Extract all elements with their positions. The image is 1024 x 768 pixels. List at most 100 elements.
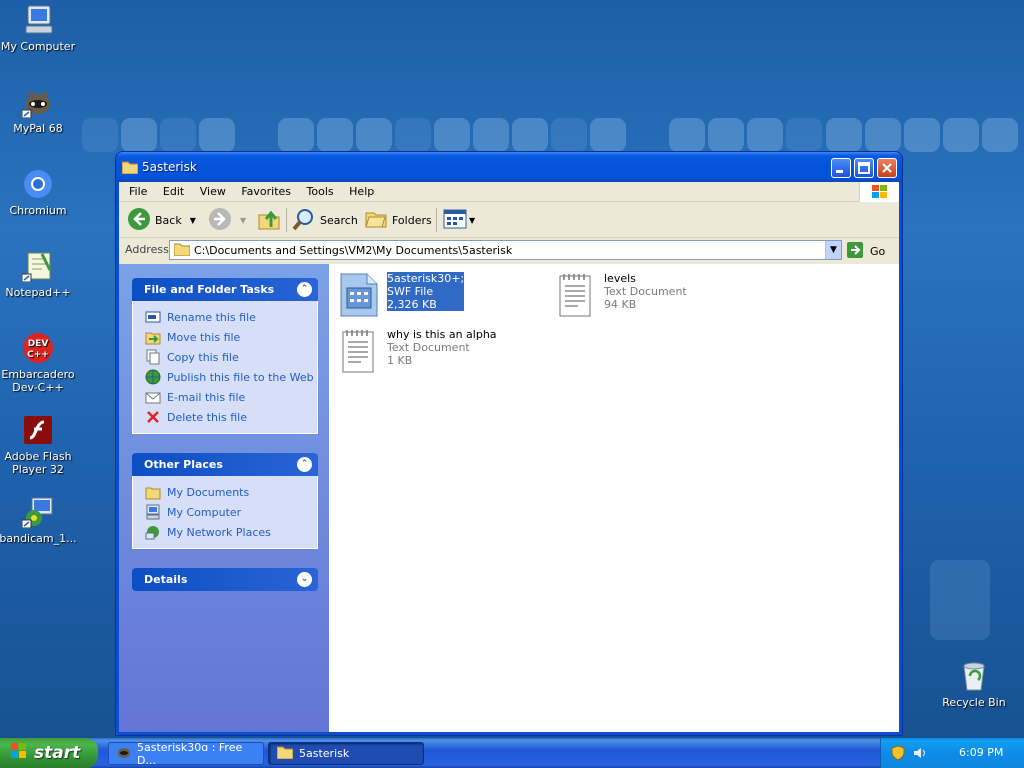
address-label: Address <box>125 243 169 256</box>
title-bar[interactable]: 5asterisk <box>116 152 902 182</box>
desktop-icon-flash-player[interactable]: Adobe Flash Player 32 <box>0 414 78 476</box>
go-label: Go <box>870 245 886 258</box>
back-arrow-icon <box>127 207 151 234</box>
place-my-computer[interactable]: My Computer <box>145 502 317 522</box>
desktop-icon-dev-cpp[interactable]: DEV C++ Embarcadero Dev-C++ <box>0 332 78 394</box>
back-button[interactable]: Back ▼ <box>127 207 196 234</box>
taskbar-item-flash[interactable]: 5asterisk30ɑ : Free D... <box>108 741 264 767</box>
network-icon <box>145 524 161 540</box>
start-label: start <box>34 743 81 763</box>
desktop-icon-notepad-plus-plus[interactable]: Notepad++ <box>0 250 78 299</box>
task-rename-file[interactable]: Rename this file <box>145 307 317 327</box>
minimize-button[interactable] <box>831 158 851 178</box>
svg-text:DEV: DEV <box>28 339 49 349</box>
folder-icon <box>145 484 161 500</box>
address-input[interactable]: C:\Documents and Settings\VM2\My Documen… <box>169 240 842 260</box>
computer-icon <box>22 4 54 36</box>
recycle-bin-icon <box>958 660 990 692</box>
collapse-chevron-icon[interactable]: ⌃ <box>297 282 312 297</box>
close-button[interactable] <box>877 158 897 178</box>
other-places-header[interactable]: Other Places ⌃ <box>132 453 318 476</box>
address-dropdown-button[interactable]: ▼ <box>825 241 841 259</box>
text-file-icon <box>556 272 596 318</box>
desktop-icon-my-computer[interactable]: My Computer <box>0 4 78 53</box>
place-my-documents[interactable]: My Documents <box>145 482 317 502</box>
flash-player-icon <box>22 414 54 446</box>
back-label: Back <box>155 213 182 227</box>
folder-icon <box>121 160 139 177</box>
chromium-icon <box>22 168 54 200</box>
desktop-icon-recycle-bin[interactable]: Recycle Bin <box>934 660 1014 709</box>
desktop-icon-bandicam[interactable]: bandicam_1... <box>0 496 78 545</box>
computer-icon <box>145 504 161 520</box>
menu-view[interactable]: View <box>194 182 232 202</box>
chevron-down-icon[interactable]: ▼ <box>190 216 196 225</box>
security-shield-icon[interactable] <box>891 745 905 764</box>
system-tray: 6:09 PM <box>880 738 1024 768</box>
rename-icon <box>145 309 161 325</box>
menu-file[interactable]: File <box>123 182 153 202</box>
file-folder-tasks-header[interactable]: File and Folder Tasks ⌃ <box>132 278 318 301</box>
go-button[interactable]: Go <box>846 241 885 262</box>
desktop-icon-chromium[interactable]: Chromium <box>0 168 78 217</box>
folder-icon <box>173 242 191 259</box>
chevron-down-icon[interactable]: ▼ <box>469 216 475 225</box>
details-header[interactable]: Details ⌄ <box>132 568 318 591</box>
up-folder-icon <box>257 207 281 234</box>
task-publish-web[interactable]: Publish this file to the Web <box>145 367 317 387</box>
address-value: C:\Documents and Settings\VM2\My Documen… <box>194 243 513 257</box>
collapse-chevron-icon[interactable]: ⌃ <box>297 457 312 472</box>
globe-icon <box>145 369 161 385</box>
place-my-network[interactable]: My Network Places <box>145 522 317 542</box>
move-icon <box>145 329 161 345</box>
delete-icon <box>145 409 161 425</box>
task-move-file[interactable]: Move this file <box>145 327 317 347</box>
file-item-swf[interactable]: 5asterisk30+; SWF File 2,326 KB <box>339 272 465 318</box>
views-icon <box>443 207 467 234</box>
up-folder-button[interactable] <box>257 208 281 232</box>
notepad-plus-plus-icon <box>21 250 54 283</box>
menu-help[interactable]: Help <box>343 182 380 202</box>
views-button[interactable]: ▼ <box>443 208 475 232</box>
taskbar-item-explorer[interactable]: 5asterisk <box>268 742 424 765</box>
other-places-group: Other Places ⌃ My Documents My Computer <box>132 453 318 549</box>
installer-icon <box>21 496 54 529</box>
file-folder-tasks-group: File and Folder Tasks ⌃ Rename this file… <box>132 278 318 434</box>
explorer-window: 5asterisk File Edit View Favorites Tools… <box>115 151 903 736</box>
search-icon <box>292 207 316 234</box>
task-email-file[interactable]: E-mail this file <box>145 387 317 407</box>
email-icon <box>145 389 161 405</box>
forward-button[interactable]: ▼ <box>208 207 246 234</box>
search-button[interactable]: Search <box>292 208 358 232</box>
chevron-down-icon[interactable]: ▼ <box>240 216 246 225</box>
svg-text:C++: C++ <box>27 350 49 360</box>
forward-arrow-icon <box>208 207 232 234</box>
address-bar: Address C:\Documents and Settings\VM2\My… <box>119 238 899 262</box>
file-item-alpha[interactable]: why is this an alpha Text Document 1 KB <box>339 328 497 374</box>
details-group: Details ⌄ <box>132 568 318 591</box>
start-button[interactable]: start <box>0 738 98 768</box>
task-pane: File and Folder Tasks ⌃ Rename this file… <box>119 264 329 732</box>
folders-button[interactable]: Folders <box>364 208 432 232</box>
menu-tools[interactable]: Tools <box>301 182 340 202</box>
task-delete-file[interactable]: Delete this file <box>145 407 317 427</box>
go-arrow-icon <box>846 241 864 262</box>
file-item-levels[interactable]: levels Text Document 94 KB <box>556 272 687 318</box>
maximize-button[interactable] <box>854 158 874 178</box>
windows-flag-icon <box>10 742 28 765</box>
menu-edit[interactable]: Edit <box>157 182 190 202</box>
taskbar: start 5asterisk30ɑ : Free D... 5asterisk… <box>0 738 1024 768</box>
expand-chevron-icon[interactable]: ⌄ <box>297 572 312 587</box>
volume-icon[interactable] <box>913 746 927 763</box>
window-title: 5asterisk <box>142 160 197 174</box>
folders-icon <box>364 207 388 234</box>
menu-favorites[interactable]: Favorites <box>235 182 297 202</box>
clock[interactable]: 6:09 PM <box>959 746 1003 759</box>
task-copy-file[interactable]: Copy this file <box>145 347 317 367</box>
text-file-icon <box>339 328 379 374</box>
desktop-icon-mypal[interactable]: MyPal 68 <box>0 86 78 135</box>
mypal-raccoon-icon <box>117 745 131 762</box>
window-client: File Edit View Favorites Tools Help Back… <box>119 182 899 732</box>
dev-cpp-icon: DEV C++ <box>22 332 54 364</box>
folder-icon <box>276 745 294 762</box>
